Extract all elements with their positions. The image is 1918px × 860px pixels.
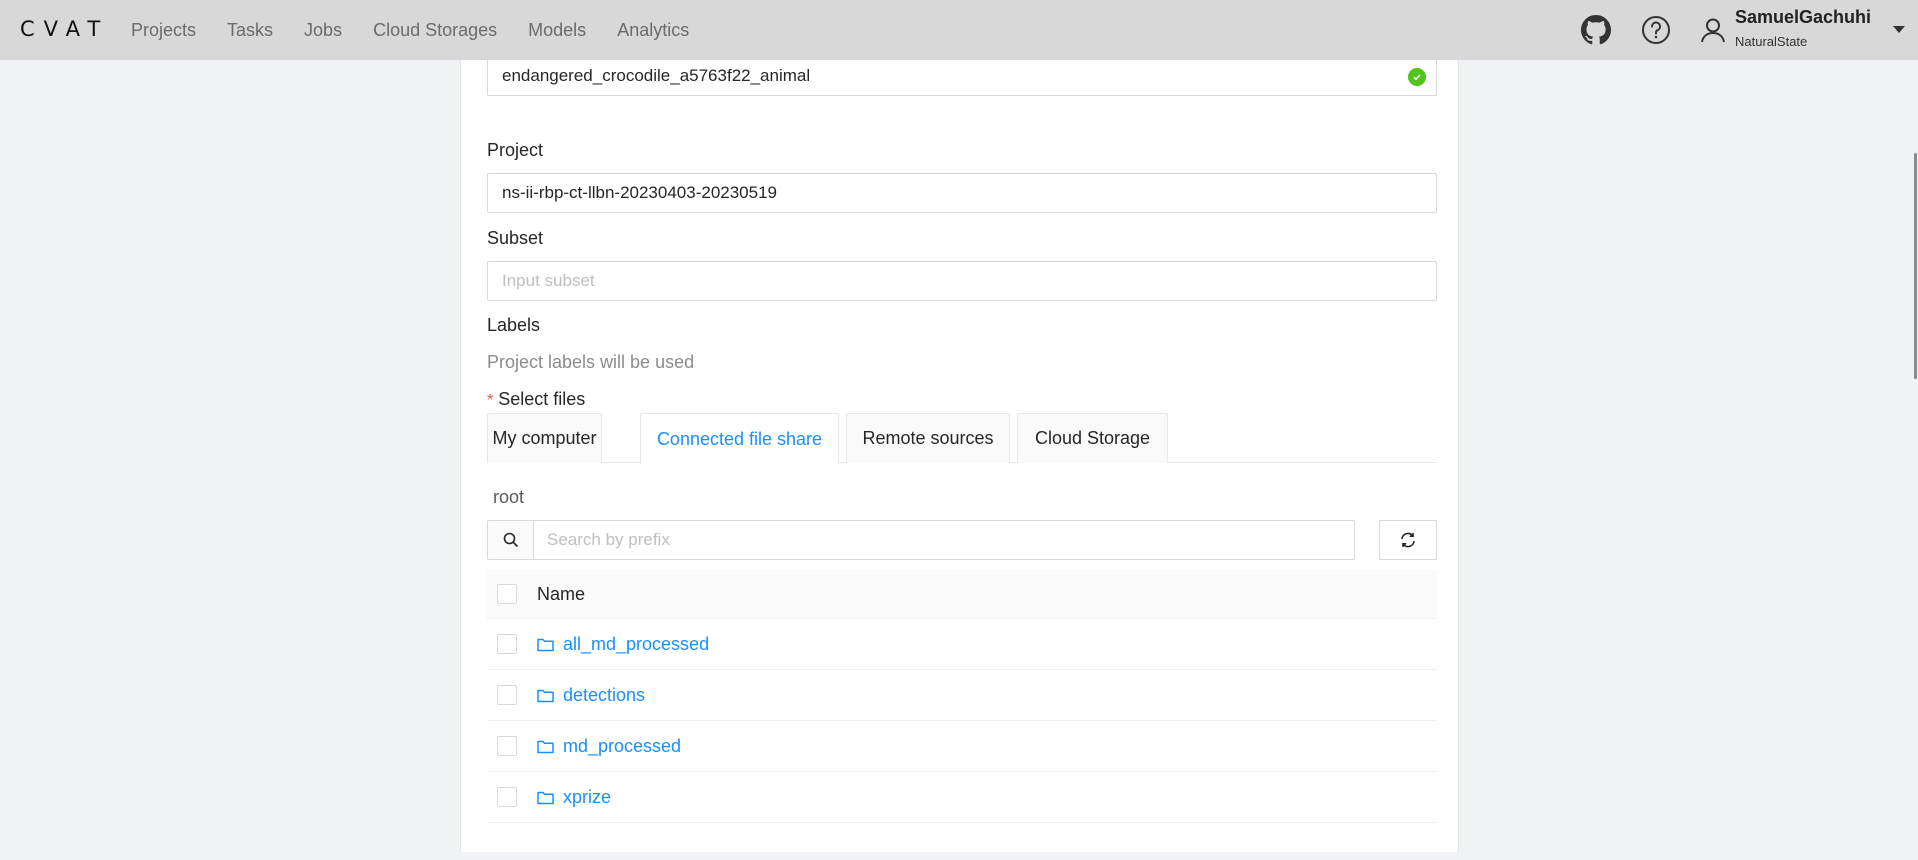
labels-label: Labels <box>487 315 541 335</box>
valid-check-icon <box>1408 68 1426 86</box>
folder-icon <box>537 688 554 703</box>
table-row: md_processed <box>487 721 1437 772</box>
column-name: Name <box>537 583 586 604</box>
project-value: ns-ii-rbp-ct-llbn-20230403-20230519 <box>502 183 778 202</box>
current-path: root <box>493 487 525 507</box>
row-checkbox[interactable] <box>497 685 517 705</box>
folder-link[interactable]: detections <box>563 685 645 706</box>
tab-cloud-storage[interactable]: Cloud Storage <box>1017 413 1168 463</box>
project-label: Project <box>487 140 544 160</box>
github-icon[interactable] <box>1580 14 1612 46</box>
nav-tasks[interactable]: Tasks <box>227 20 273 41</box>
nav-cloud-storages[interactable]: Cloud Storages <box>373 20 497 41</box>
nav-projects[interactable]: Projects <box>131 20 196 41</box>
file-source-tabs: My computer Connected file share Remote … <box>487 413 1437 464</box>
search-input[interactable]: Search by prefix <box>533 520 1355 560</box>
row-checkbox[interactable] <box>497 736 517 756</box>
user-icon[interactable] <box>1697 14 1729 46</box>
row-checkbox[interactable] <box>497 787 517 807</box>
top-navbar: CVAT Projects Tasks Jobs Cloud Storages … <box>0 0 1918 60</box>
create-task-form: endangered_crocodile_a5763f22_animal Pro… <box>460 56 1459 852</box>
help-icon[interactable] <box>1640 14 1672 46</box>
folder-link[interactable]: xprize <box>563 787 611 808</box>
task-name-input[interactable]: endangered_crocodile_a5763f22_animal <box>487 56 1437 96</box>
folder-icon <box>537 790 554 805</box>
subset-label: Subset <box>487 228 544 248</box>
table-row: all_md_processed <box>487 619 1437 670</box>
nav-models[interactable]: Models <box>528 20 586 41</box>
table-row: xprize <box>487 772 1437 823</box>
task-name-value: endangered_crocodile_a5763f22_animal <box>502 66 811 85</box>
table-header: Name <box>487 570 1437 619</box>
main-nav: Projects Tasks Jobs Cloud Storages Model… <box>131 0 720 60</box>
select-files-label: * Select files <box>487 389 585 410</box>
refresh-button[interactable] <box>1379 520 1437 560</box>
nav-jobs[interactable]: Jobs <box>304 20 342 41</box>
folder-icon <box>537 739 554 754</box>
user-menu-caret-icon[interactable] <box>1893 26 1905 33</box>
tab-connected-file-share[interactable]: Connected file share <box>640 413 839 464</box>
file-table: Name all_md_processed detections md_proc… <box>487 570 1437 823</box>
user-name[interactable]: SamuelGachuhi <box>1735 7 1871 28</box>
folder-link[interactable]: all_md_processed <box>563 634 709 655</box>
row-checkbox[interactable] <box>497 634 517 654</box>
cvat-logo[interactable]: CVAT <box>20 17 109 41</box>
nav-analytics[interactable]: Analytics <box>617 20 689 41</box>
table-row: detections <box>487 670 1437 721</box>
select-files-text: Select files <box>498 389 586 409</box>
required-mark: * <box>487 392 494 409</box>
labels-hint: Project labels will be used <box>487 352 695 372</box>
select-all-checkbox[interactable] <box>497 584 517 604</box>
project-select[interactable]: ns-ii-rbp-ct-llbn-20230403-20230519 <box>487 173 1437 213</box>
tab-remote-sources[interactable]: Remote sources <box>846 413 1010 463</box>
prefix-search: Search by prefix <box>487 520 1355 560</box>
folder-icon <box>537 637 554 652</box>
tab-my-computer[interactable]: My computer <box>487 413 602 463</box>
refresh-icon <box>1401 532 1415 548</box>
subset-input[interactable]: Input subset <box>487 261 1437 301</box>
folder-link[interactable]: md_processed <box>563 736 681 757</box>
page-scrollbar[interactable] <box>1914 153 1917 379</box>
search-icon[interactable] <box>487 520 533 560</box>
subset-placeholder: Input subset <box>502 271 595 290</box>
user-organization[interactable]: NaturalState <box>1735 34 1807 49</box>
search-placeholder: Search by prefix <box>547 530 670 549</box>
